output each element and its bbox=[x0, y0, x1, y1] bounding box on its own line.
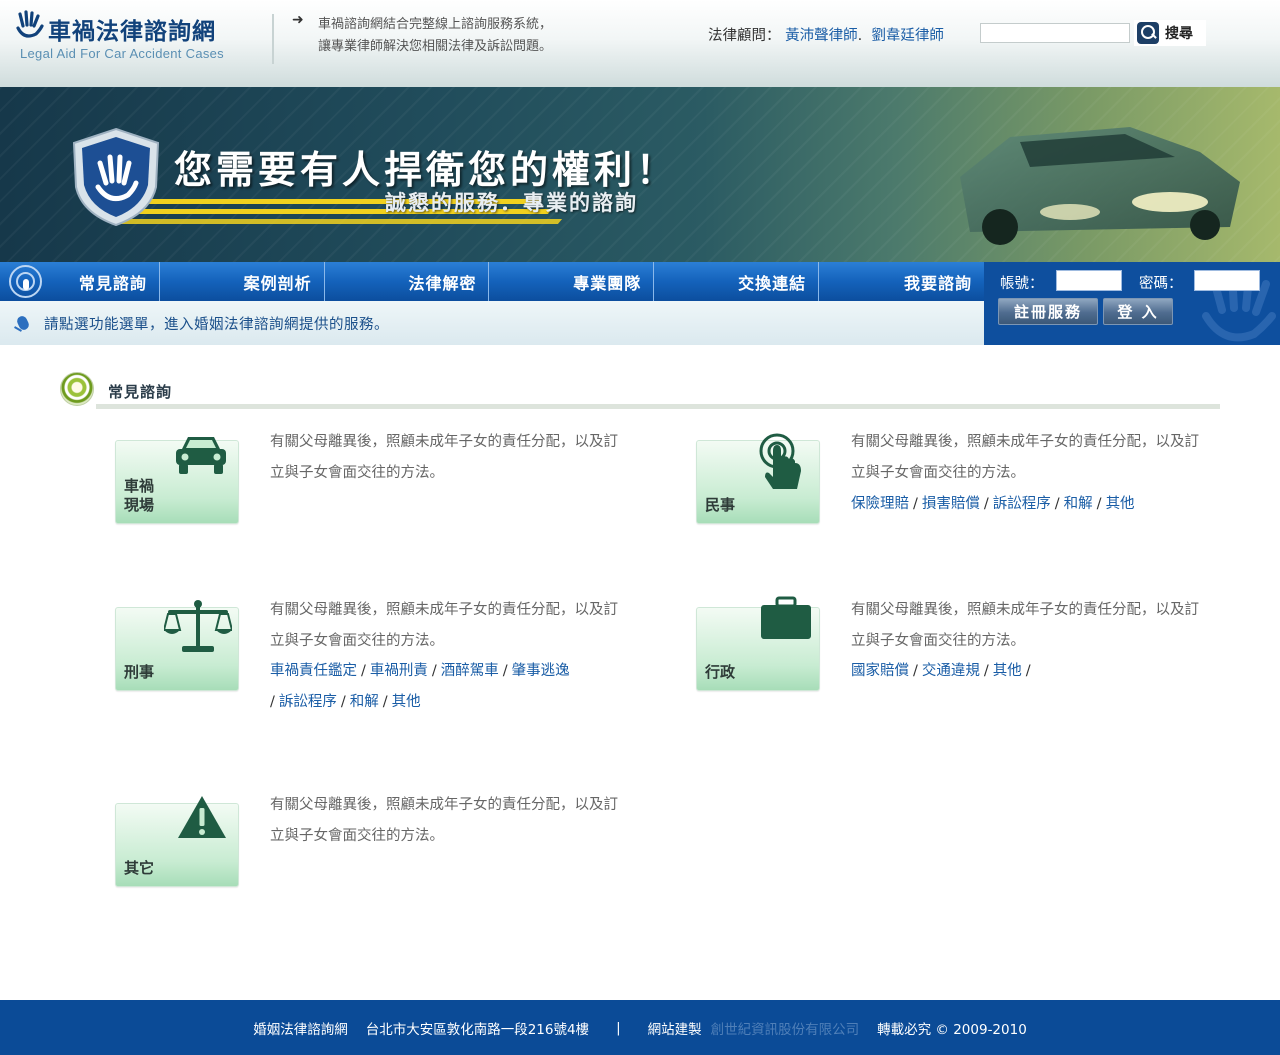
link-litigation-procedure[interactable]: 訴訟程序 bbox=[279, 694, 337, 710]
search-button[interactable]: 搜尋 bbox=[1134, 20, 1206, 46]
banner-subline: 誠懇的服務．專業的諮詢 bbox=[385, 191, 638, 215]
link-hit-and-run[interactable]: 肇事逃逸 bbox=[512, 663, 570, 679]
category-tile-administrative[interactable]: 行政 bbox=[696, 596, 820, 691]
advisor-link-1[interactable]: 黃沛聲律師 bbox=[785, 28, 858, 44]
advisor-separator: . bbox=[857, 28, 863, 44]
road-line bbox=[117, 219, 563, 224]
section-title: 常見諮詢 bbox=[108, 383, 173, 401]
link-state-compensation[interactable]: 國家賠償 bbox=[851, 663, 909, 679]
link-settlement[interactable]: 和解 bbox=[350, 694, 379, 710]
nav-item-faq[interactable]: 常見諮詢 bbox=[54, 262, 160, 301]
warning-icon bbox=[178, 796, 226, 838]
link-settlement[interactable]: 和解 bbox=[1064, 496, 1093, 512]
category-description: 有關父母離異後，照顧未成年子女的責任分配，以及訂立與子女會面交往的方法。 bbox=[851, 434, 1199, 481]
search-button-label: 搜尋 bbox=[1165, 25, 1193, 41]
nav-item-team[interactable]: 專業團隊 bbox=[489, 262, 655, 301]
link-other[interactable]: 其他 bbox=[1106, 496, 1135, 512]
car-image bbox=[960, 127, 1240, 245]
account-label: 帳號： bbox=[1000, 276, 1044, 292]
footer-copyright: 轉載必究 © 2009-2010 bbox=[877, 1021, 1027, 1038]
nav-item-links[interactable]: 交換連結 bbox=[654, 262, 820, 301]
category-tile-accident-scene[interactable]: 車禍 現場 bbox=[115, 437, 239, 524]
section-divider bbox=[96, 404, 1220, 409]
footer-builder-link[interactable]: 創世紀資訊股份有限公司 bbox=[711, 1018, 860, 1038]
link-drunk-driving[interactable]: 酒醉駕車 bbox=[441, 663, 499, 679]
password-label: 密碼： bbox=[1139, 276, 1183, 292]
link-insurance-claim[interactable]: 保險理賠 bbox=[851, 496, 909, 512]
category-tile-other[interactable]: 其它 bbox=[115, 796, 239, 887]
search-input[interactable] bbox=[980, 23, 1130, 43]
shield-hand-icon bbox=[72, 127, 160, 227]
category-tile-civil[interactable]: 民事 bbox=[696, 433, 820, 524]
header-slogan: 車禍諮詢網結合完整線上諮詢服務系統， 讓專業律師解決您相關法律及訴訟問題。 bbox=[318, 14, 618, 58]
footer-builder-label: 網站建製 bbox=[647, 1021, 702, 1038]
section-signal-icon bbox=[60, 372, 94, 406]
slogan-line-1: 車禍諮詢網結合完整線上諮詢服務系統， bbox=[318, 17, 553, 32]
main-nav: 常見諮詢 案例剖析 法律解密 專業團隊 交換連結 我要諮詢 bbox=[0, 262, 984, 301]
nav-item-law-decoded[interactable]: 法律解密 bbox=[325, 262, 490, 301]
link-damage-compensation[interactable]: 損害賠償 bbox=[922, 496, 980, 512]
tile-label: 其它 bbox=[124, 859, 155, 877]
register-button[interactable]: 註冊服務 bbox=[998, 298, 1098, 325]
footer-site-name: 婚姻法律諮詢網 bbox=[253, 1021, 348, 1038]
logo-title: 車禍法律諮詢網 bbox=[48, 19, 216, 45]
login-button[interactable]: 登 入 bbox=[1103, 298, 1173, 325]
footer-divider: | bbox=[616, 1019, 621, 1036]
link-traffic-violation[interactable]: 交通違規 bbox=[922, 663, 980, 679]
tile-label: 刑事 bbox=[124, 663, 155, 681]
nav-item-case-analysis[interactable]: 案例剖析 bbox=[160, 262, 325, 301]
link-liability-assessment[interactable]: 車禍責任鑑定 bbox=[270, 663, 357, 679]
banner-headline: 您需要有人捍衛您的權利！ bbox=[174, 148, 679, 192]
footer-address: 台北市大安區敦化南路一段216號4樓 bbox=[365, 1021, 590, 1038]
signal-icon bbox=[0, 262, 54, 301]
tile-label: 民事 bbox=[705, 496, 736, 514]
category-tile-criminal[interactable]: 刑事 bbox=[115, 600, 239, 691]
login-panel: 帳號： 密碼： 註冊服務 登 入 bbox=[984, 262, 1280, 345]
site-footer: 婚姻法律諮詢網 台北市大安區敦化南路一段216號4樓 | 網站建製 創世紀資訊股… bbox=[0, 1000, 1280, 1055]
category-links: 車禍責任鑑定 / 車禍刑責 / 酒醉駕車 / 肇事逃逸 / 訴訟程序 / 和解 / 其他 bbox=[270, 663, 570, 710]
header-divider bbox=[272, 14, 274, 64]
briefcase-icon bbox=[761, 596, 811, 639]
category-description: 有關父母離異後，照顧未成年子女的責任分配，以及訂立與子女會面交往的方法。 bbox=[270, 602, 618, 649]
info-bar-text: 請點選功能選單，進入婚姻法律諮詢網提供的服務。 bbox=[44, 316, 389, 333]
category-links: 保險理賠 / 損害賠償 / 訴訟程序 / 和解 / 其他 bbox=[851, 496, 1135, 512]
tile-label: 車禍 現場 bbox=[124, 477, 155, 514]
car-icon bbox=[176, 437, 226, 474]
slogan-line-2: 讓專業律師解決您相關法律及訴訟問題。 bbox=[318, 39, 553, 54]
link-criminal-liability[interactable]: 車禍刑責 bbox=[370, 663, 428, 679]
legal-advisors: 法律顧問： 黃沛聲律師. 劉韋廷律師 bbox=[708, 24, 944, 45]
link-other[interactable]: 其他 bbox=[392, 694, 421, 710]
scales-icon bbox=[164, 600, 232, 652]
password-input[interactable] bbox=[1194, 270, 1260, 291]
hero-banner: 您需要有人捍衛您的權利！ 誠懇的服務．專業的諮詢 bbox=[0, 87, 1280, 262]
hand-logo-icon bbox=[16, 10, 44, 38]
advisor-label: 法律顧問： bbox=[708, 28, 781, 44]
link-litigation-procedure[interactable]: 訴訟程序 bbox=[993, 496, 1051, 512]
nav-item-consult[interactable]: 我要諮詢 bbox=[819, 262, 984, 301]
tile-label: 行政 bbox=[705, 663, 736, 681]
link-other[interactable]: 其他 bbox=[993, 663, 1022, 679]
search-icon bbox=[1137, 22, 1159, 44]
mouse-icon bbox=[14, 312, 32, 334]
logo-subtitle: Legal Aid For Car Accident Cases bbox=[20, 46, 224, 61]
account-input[interactable] bbox=[1056, 270, 1122, 291]
category-links: 國家賠償 / 交通違規 / 其他 / bbox=[851, 663, 1031, 679]
site-logo[interactable]: 車禍法律諮詢網 Legal Aid For Car Accident Cases bbox=[14, 10, 254, 66]
arrow-right-icon: ➜ bbox=[292, 12, 304, 28]
page: 車禍法律諮詢網 Legal Aid For Car Accident Cases… bbox=[0, 0, 1280, 1055]
category-description: 有關父母離異後，照顧未成年子女的責任分配，以及訂立與子女會面交往的方法。 bbox=[270, 797, 618, 844]
category-description: 有關父母離異後，照顧未成年子女的責任分配，以及訂立與子女會面交往的方法。 bbox=[851, 602, 1199, 649]
info-bar: 請點選功能選單，進入婚姻法律諮詢網提供的服務。 bbox=[0, 301, 984, 345]
advisor-link-2[interactable]: 劉韋廷律師 bbox=[871, 28, 944, 44]
touch-hand-icon bbox=[759, 433, 801, 489]
category-description: 有關父母離異後，照顧未成年子女的責任分配，以及訂立與子女會面交往的方法。 bbox=[270, 434, 618, 481]
site-header: 車禍法律諮詢網 Legal Aid For Car Accident Cases… bbox=[0, 0, 1280, 87]
